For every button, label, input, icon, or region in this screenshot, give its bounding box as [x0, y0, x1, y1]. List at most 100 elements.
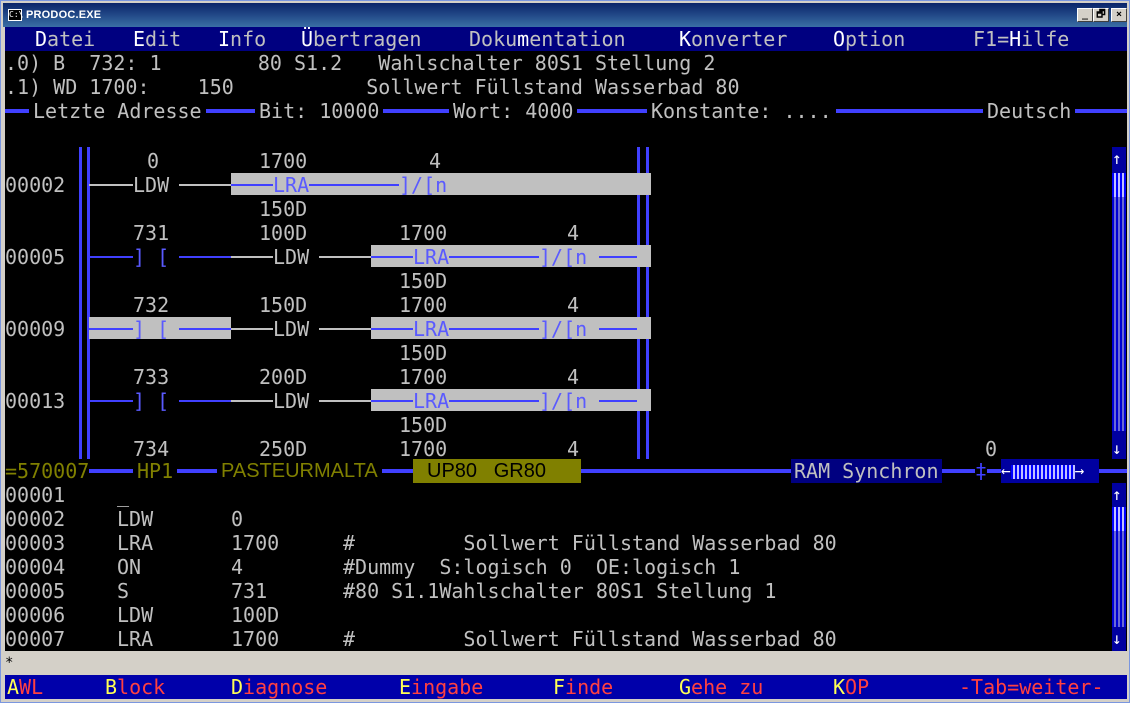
command-prompt[interactable]: * — [5, 651, 1127, 675]
contact-no[interactable]: ] [ — [133, 389, 169, 413]
contact-no[interactable]: ] [ — [133, 245, 169, 269]
wire — [599, 256, 637, 258]
list-item[interactable]: 00004 ON 4 #Dummy S:logisch 0 OE:logisch 1 — [5, 555, 1127, 579]
h-scrollbar[interactable]: ← → — [1001, 459, 1099, 483]
list-item[interactable]: 00002 LDW 0 — [5, 507, 1127, 531]
scroll-down-icon[interactable]: ↓ — [1112, 627, 1122, 651]
ladder-diagram[interactable]: 00002 0 1700 4 LDW LRA ]/[n 150D 00005 7… — [5, 147, 1127, 461]
wire — [179, 184, 231, 186]
minimize-button[interactable]: _ — [1077, 8, 1093, 22]
contact-negated[interactable]: ]/[n — [539, 245, 587, 269]
menu-uebertragen[interactable]: Übertragen — [301, 27, 421, 51]
hp-label: HP1 — [133, 459, 178, 483]
list-item[interactable]: 00005 S 731 #80 S1.1Wahlschalter 80S1 Stell… — [5, 579, 1127, 603]
menu-bar: Datei Edit Info Übertragen Dokumentation… — [5, 27, 1127, 51]
h-scroll-start-icon[interactable]: ‡ — [975, 459, 988, 483]
contact-no[interactable]: ] [ — [133, 317, 169, 341]
ram-sync-status: RAM Synchron — [791, 459, 942, 483]
instruction-lra[interactable]: LRA — [413, 389, 449, 413]
instruction-ldw[interactable]: LDW — [273, 245, 309, 269]
fkey-kop[interactable]: KOP — [833, 675, 869, 699]
rung-number[interactable]: 00009 — [5, 317, 65, 341]
wire — [89, 256, 133, 258]
scroll-down-icon[interactable]: ↓ — [1112, 437, 1122, 461]
status-bar: =570007 HP1 PASTEURMALTA UP80 GR80 RAM S… — [5, 459, 1127, 483]
title-bar[interactable]: C:\ PRODOC.EXE _ 🗗 × — [3, 3, 1127, 27]
scroll-track[interactable] — [1112, 531, 1126, 627]
wire — [179, 400, 231, 402]
language-label: Deutsch — [983, 99, 1076, 123]
menu-hilfe[interactable]: F1=Hilfe — [973, 27, 1069, 51]
wire — [371, 328, 413, 330]
address-bar: Letzte Adresse Bit: 10000 Wort: 4000 Kon… — [5, 99, 1127, 123]
contact-negated[interactable]: ]/[n — [539, 389, 587, 413]
operand: 150D — [259, 293, 308, 317]
menu-info[interactable]: Info — [218, 27, 266, 51]
operand: 733 — [133, 365, 170, 389]
scroll-up-icon[interactable]: ↑ — [1112, 483, 1122, 507]
list-item[interactable]: 00007 LRA 1700 # Sollwert Füllstand Wasserb… — [5, 627, 1127, 651]
menu-datei[interactable]: Datei — [35, 27, 95, 51]
contact-negated[interactable]: ]/[n — [539, 317, 587, 341]
scroll-up-icon[interactable]: ↑ — [1112, 147, 1122, 171]
tab-hint: -Tab=weiter- — [959, 675, 1104, 699]
wire — [89, 328, 133, 330]
wire — [319, 256, 371, 258]
fkey-eingabe[interactable]: Eingabe — [399, 675, 483, 699]
list-item[interactable]: 00006 LDW 100D — [5, 603, 1127, 627]
instruction-ldw[interactable]: LDW — [133, 173, 169, 197]
left-rail-outer — [79, 147, 82, 459]
wire — [319, 328, 371, 330]
operand: 100D — [259, 221, 308, 245]
info-line-0: .0) B 732: 1 80 S1.2 Wahlschalter 80S1 S… — [5, 51, 716, 75]
operand: 734 — [133, 437, 170, 461]
list-item[interactable]: 00001 _ — [5, 483, 1127, 507]
fkey-awl[interactable]: AWL — [7, 675, 43, 699]
menu-option[interactable]: Option — [833, 27, 905, 51]
wire — [371, 256, 413, 258]
rung-number[interactable]: 00002 — [5, 173, 65, 197]
fkey-gehe-zu[interactable]: Gehe zu — [679, 675, 763, 699]
konstante-address: Konstante: .... — [647, 99, 836, 123]
operand: 250D — [259, 437, 308, 461]
wire — [449, 256, 539, 258]
instruction-lra[interactable]: LRA — [413, 317, 449, 341]
gr-label: GR80 — [493, 460, 546, 482]
menu-dokumentation[interactable]: Dokumentation — [469, 27, 626, 51]
fkey-diagnose[interactable]: Diagnose — [231, 675, 327, 699]
operand: 732 — [133, 293, 170, 317]
contact-negated[interactable]: ]/[n — [399, 173, 447, 197]
restore-button[interactable]: 🗗 — [1093, 8, 1109, 22]
instruction-lra[interactable]: LRA — [273, 173, 309, 197]
operand: 200D — [259, 365, 308, 389]
operand: 4 — [429, 149, 442, 173]
window-title: PRODOC.EXE — [26, 9, 102, 21]
operand: 150D — [399, 413, 448, 437]
scroll-track[interactable] — [1112, 197, 1126, 431]
operand: 1700 — [399, 293, 448, 317]
scroll-thumb[interactable] — [1112, 173, 1126, 197]
operand: 4 — [567, 365, 580, 389]
h-scroll-thumb[interactable] — [1010, 464, 1075, 479]
wire — [231, 256, 273, 258]
wire — [449, 328, 539, 330]
list-item[interactable]: 00003 LRA 1700 # Sollwert Füllstand Wasserb… — [5, 531, 1127, 555]
instruction-lra[interactable]: LRA — [413, 245, 449, 269]
menu-konverter[interactable]: Konverter — [679, 27, 787, 51]
instruction-ldw[interactable]: LDW — [273, 389, 309, 413]
operand: 1700 — [259, 149, 308, 173]
operand: 150D — [399, 341, 448, 365]
menu-edit[interactable]: Edit — [133, 27, 181, 51]
operand: 0 — [147, 149, 160, 173]
console-icon: C:\ — [8, 9, 24, 21]
rung-number[interactable]: 00013 — [5, 389, 65, 413]
fkey-finde[interactable]: Finde — [553, 675, 613, 699]
operand: 731 — [133, 221, 170, 245]
close-button[interactable]: × — [1111, 8, 1127, 22]
instruction-ldw[interactable]: LDW — [273, 317, 309, 341]
fkey-block[interactable]: Block — [105, 675, 165, 699]
unit-group: UP80 GR80 — [413, 459, 581, 483]
rung-number[interactable]: 00005 — [5, 245, 65, 269]
app-window: C:\ PRODOC.EXE _ 🗗 × Datei Edit Info Übe… — [0, 0, 1130, 703]
scroll-thumb[interactable] — [1112, 507, 1126, 531]
